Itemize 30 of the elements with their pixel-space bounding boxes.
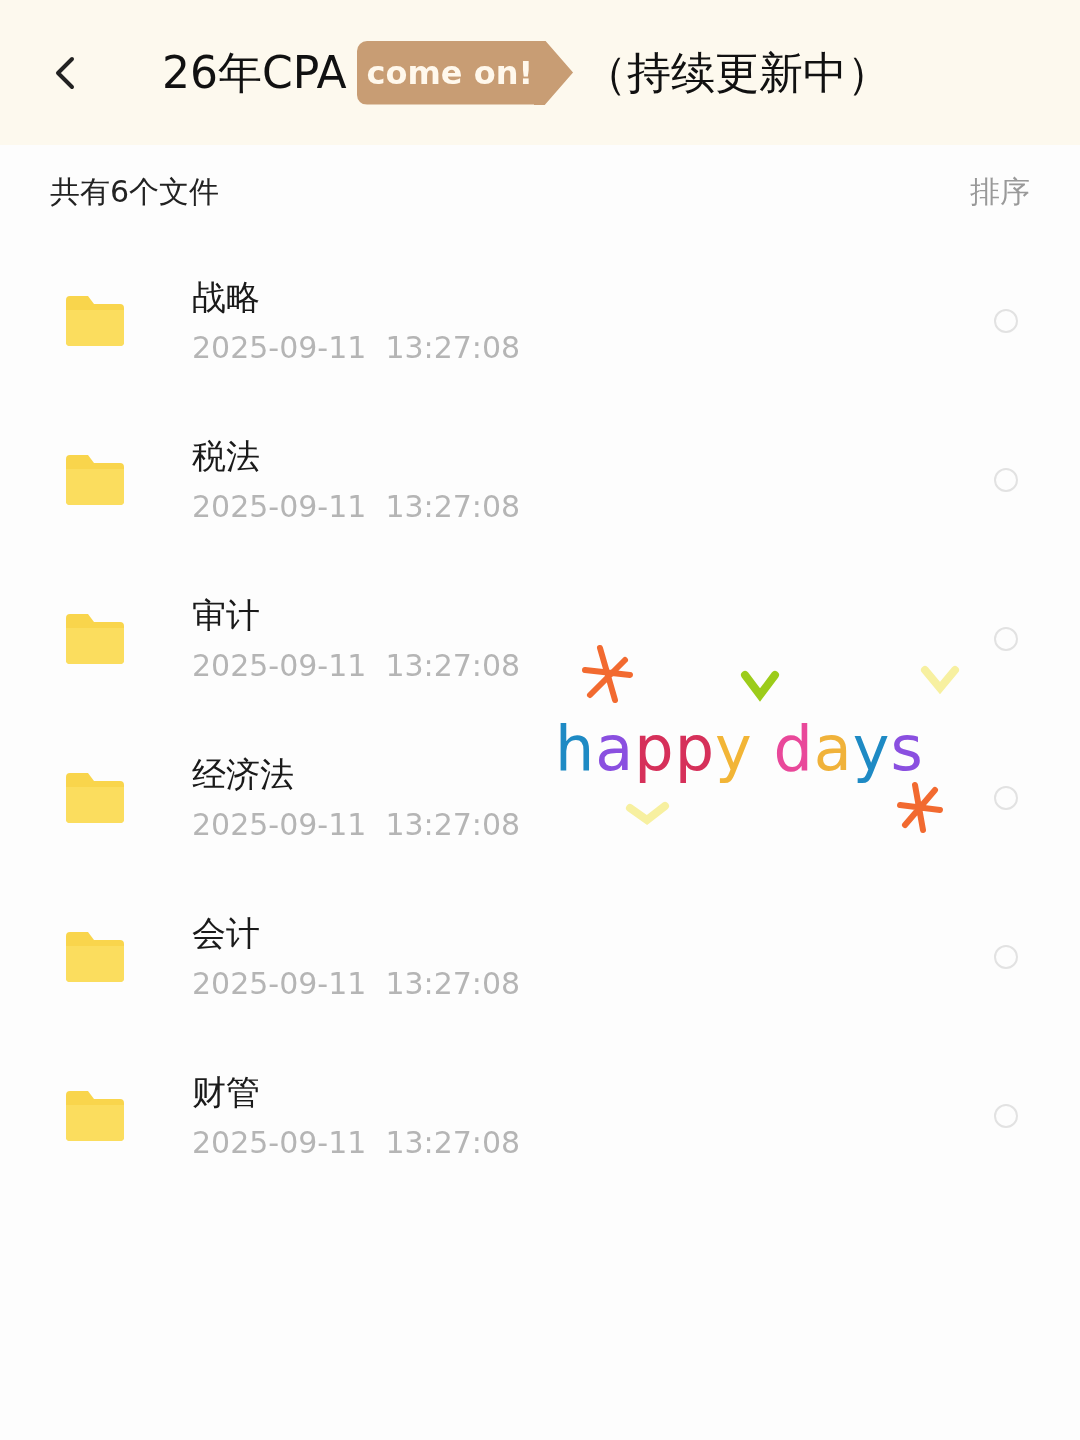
radio-button[interactable] [994,467,1018,492]
folder-icon [66,613,124,664]
radio-button[interactable] [994,1103,1018,1128]
file-count: 共有6个文件 [50,172,220,211]
page-title: （持续更新中） [583,45,892,100]
radio-button[interactable] [994,626,1018,651]
radio-button[interactable] [994,944,1018,969]
file-date: 2025-09-11 13:27:08 [192,646,521,685]
file-name: 审计 [192,593,260,637]
folder-icon [66,931,124,982]
file-name: 经济法 [192,752,294,796]
sticker: come on! [356,40,574,105]
folder-icon [66,772,124,823]
folder-icon [66,295,124,346]
file-date: 2025-09-11 13:27:08 [192,964,521,1003]
file-date: 2025-09-11 13:27:08 [192,487,521,526]
radio-button[interactable] [994,785,1018,810]
sort-button[interactable]: 排序 [970,168,1030,214]
doodle-text: happy days [555,711,924,787]
file-name: 财管 [192,1070,260,1114]
folder-icon [66,1090,124,1141]
file-date: 2025-09-11 13:27:08 [192,1123,521,1162]
folder-icon [66,454,124,505]
file-date: 2025-09-11 13:27:08 [192,328,521,367]
file-name: 会计 [192,911,260,955]
radio-button[interactable] [994,308,1018,333]
file-name: 税法 [192,434,260,478]
page-title: 26年CPA [162,45,347,100]
file-date: 2025-09-11 13:27:08 [192,805,521,844]
file-name: 战略 [192,275,260,319]
